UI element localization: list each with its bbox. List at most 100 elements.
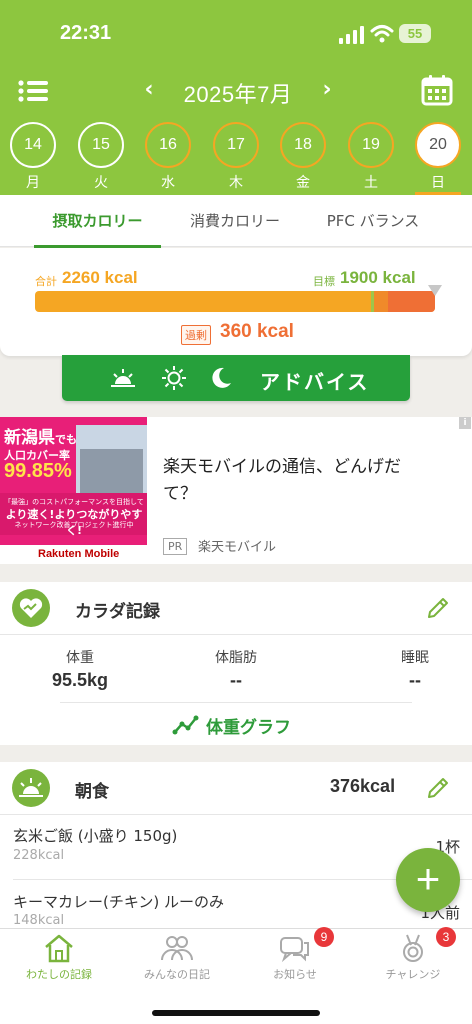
- day-ring: 17: [213, 122, 259, 168]
- weight-graph-link[interactable]: 体重グラフ: [172, 711, 312, 738]
- over-badge: 過剰: [181, 325, 211, 345]
- medal-icon: [403, 934, 423, 962]
- ad-small-text: ネットワーク改善プロジェクト進行中: [14, 521, 134, 529]
- nav-label: お知らせ: [273, 968, 317, 981]
- people-icon: [161, 936, 193, 961]
- tab-bar: 摂取カロリー 消費カロリー PFC バランス: [0, 195, 472, 247]
- nav-my-records[interactable]: わたしの記録: [0, 929, 118, 989]
- month-title: 2025年7月: [183, 82, 293, 107]
- next-month-button[interactable]: ›: [318, 78, 336, 102]
- day-18[interactable]: 18 金: [280, 122, 326, 195]
- day-20[interactable]: 20 日: [415, 122, 461, 195]
- day-ring: 14: [10, 122, 56, 168]
- calorie-summary-card: 合計 2260 kcal 目標 1900 kcal 過剰 360 kcal: [0, 248, 472, 356]
- clock: 22:31: [60, 22, 112, 44]
- status-bar: 22:31 55: [0, 18, 472, 52]
- weekday-label: 水: [161, 175, 175, 191]
- tab-pfc-balance[interactable]: PFC バランス: [310, 195, 436, 247]
- weight-value: 95.5kg: [51, 670, 109, 690]
- body-fat-label: 体脂肪: [215, 650, 257, 666]
- day-17[interactable]: 17 木: [213, 122, 259, 195]
- nav-label: みんなの日記: [144, 968, 210, 981]
- wifi-icon: [370, 25, 394, 43]
- nav-everyone-diary[interactable]: みんなの日記: [118, 929, 236, 989]
- weekday-label: 日: [431, 175, 445, 191]
- ad-image: 新潟県でも 人口カバー率 99.85% 「最強」のコストパフォーマンスを目指して…: [0, 417, 147, 564]
- sleep-label: 睡眠: [401, 650, 429, 666]
- weight-graph-label: 体重グラフ: [206, 718, 291, 738]
- bar-end-marker: [428, 285, 442, 296]
- weekday-label: 木: [229, 175, 243, 191]
- heart-chart-icon: [12, 589, 50, 627]
- ad-banner[interactable]: 新潟県でも 人口カバー率 99.85% 「最強」のコストパフォーマンスを目指して…: [0, 417, 472, 564]
- sunrise-icon: [12, 769, 50, 807]
- advice-button[interactable]: アドバイス: [62, 355, 410, 401]
- day-14[interactable]: 14 月: [10, 122, 56, 195]
- moon-icon: [212, 367, 231, 388]
- day-ring: 15: [78, 122, 124, 168]
- challenge-badge: 3: [436, 927, 456, 947]
- day-ring: 19: [348, 122, 394, 168]
- prev-month-button[interactable]: ‹: [140, 78, 158, 102]
- weekday-label: 土: [364, 175, 378, 191]
- nav-label: チャレンジ: [385, 968, 441, 981]
- food-name: キーマカレー(チキン) ルーのみ: [13, 893, 225, 911]
- ad-logo: Rakuten Mobile: [38, 548, 120, 560]
- divider: [60, 702, 412, 703]
- calorie-progress-bar: [35, 291, 435, 312]
- nav-label: わたしの記録: [26, 968, 92, 981]
- total-label: 合計: [35, 275, 57, 288]
- battery-icon: 55: [399, 24, 431, 43]
- body-record-card: カラダ記録 体重 95.5kg 体脂肪 -- 睡眠 -- 体重グラフ: [0, 582, 472, 745]
- calendar-icon[interactable]: [421, 74, 453, 106]
- ad-title: 楽天モバイルの通信、どんげだて？: [163, 457, 401, 504]
- body-fat-value: --: [230, 670, 242, 690]
- add-button[interactable]: +: [396, 848, 460, 912]
- list-menu-icon[interactable]: [18, 80, 48, 102]
- food-kcal: 148kcal: [13, 913, 65, 928]
- food-name: 玄米ご飯 (小盛り 150g): [13, 827, 178, 845]
- total-value: 2260 kcal: [62, 268, 138, 287]
- ad-headline: 新潟県でも: [4, 428, 77, 448]
- target-label: 目標: [313, 275, 335, 288]
- sleep-value: --: [409, 670, 421, 690]
- nav-notifications[interactable]: 9 お知らせ: [236, 927, 354, 989]
- day-ring: 18: [280, 122, 326, 168]
- home-icon: [45, 934, 73, 963]
- advice-label: アドバイス: [260, 370, 370, 394]
- edit-pencil-icon[interactable]: [426, 776, 450, 800]
- plus-icon: +: [415, 855, 441, 902]
- header: 22:31 55 ‹ 2025年7月 › 14 月 15 火 16 水 17 木…: [0, 0, 472, 195]
- day-ring: 16: [145, 122, 191, 168]
- week-day-strip: 14 月 15 火 16 水 17 木 18 金 19 土 20 日: [0, 122, 472, 195]
- divider: [0, 814, 472, 815]
- day-ring-selected: 20: [415, 122, 461, 168]
- body-record-title: カラダ記録: [75, 602, 160, 622]
- chat-bubbles-icon: [280, 937, 309, 963]
- tab-intake-calories[interactable]: 摂取カロリー: [34, 195, 161, 247]
- sunrise-icon: [111, 369, 135, 387]
- line-graph-icon: [172, 715, 199, 735]
- target-value: 1900 kcal: [340, 268, 416, 287]
- ad-info-icon[interactable]: i: [459, 417, 471, 429]
- tab-burned-calories[interactable]: 消費カロリー: [172, 195, 298, 247]
- weekday-label: 月: [26, 175, 40, 191]
- weight-label: 体重: [66, 650, 94, 666]
- ad-advertiser: 楽天モバイル: [198, 540, 277, 555]
- nav-challenge[interactable]: 3 チャレンジ: [354, 927, 472, 989]
- ad-pr-label: PR: [163, 538, 188, 555]
- ad-rate: 99.85%: [4, 460, 72, 482]
- ad-photo: [76, 425, 147, 497]
- over-value: 360 kcal: [220, 321, 294, 342]
- notification-badge: 9: [314, 927, 334, 947]
- day-15[interactable]: 15 火: [78, 122, 124, 195]
- edit-pencil-icon[interactable]: [426, 596, 450, 620]
- breakfast-title: 朝食: [75, 782, 109, 802]
- day-19[interactable]: 19 土: [348, 122, 394, 195]
- breakfast-kcal: 376kcal: [330, 776, 396, 796]
- food-kcal: 228kcal: [13, 848, 65, 863]
- sun-icon: [162, 366, 186, 390]
- home-indicator: [152, 1010, 320, 1016]
- day-16[interactable]: 16 水: [145, 122, 191, 195]
- weekday-label: 金: [296, 175, 310, 191]
